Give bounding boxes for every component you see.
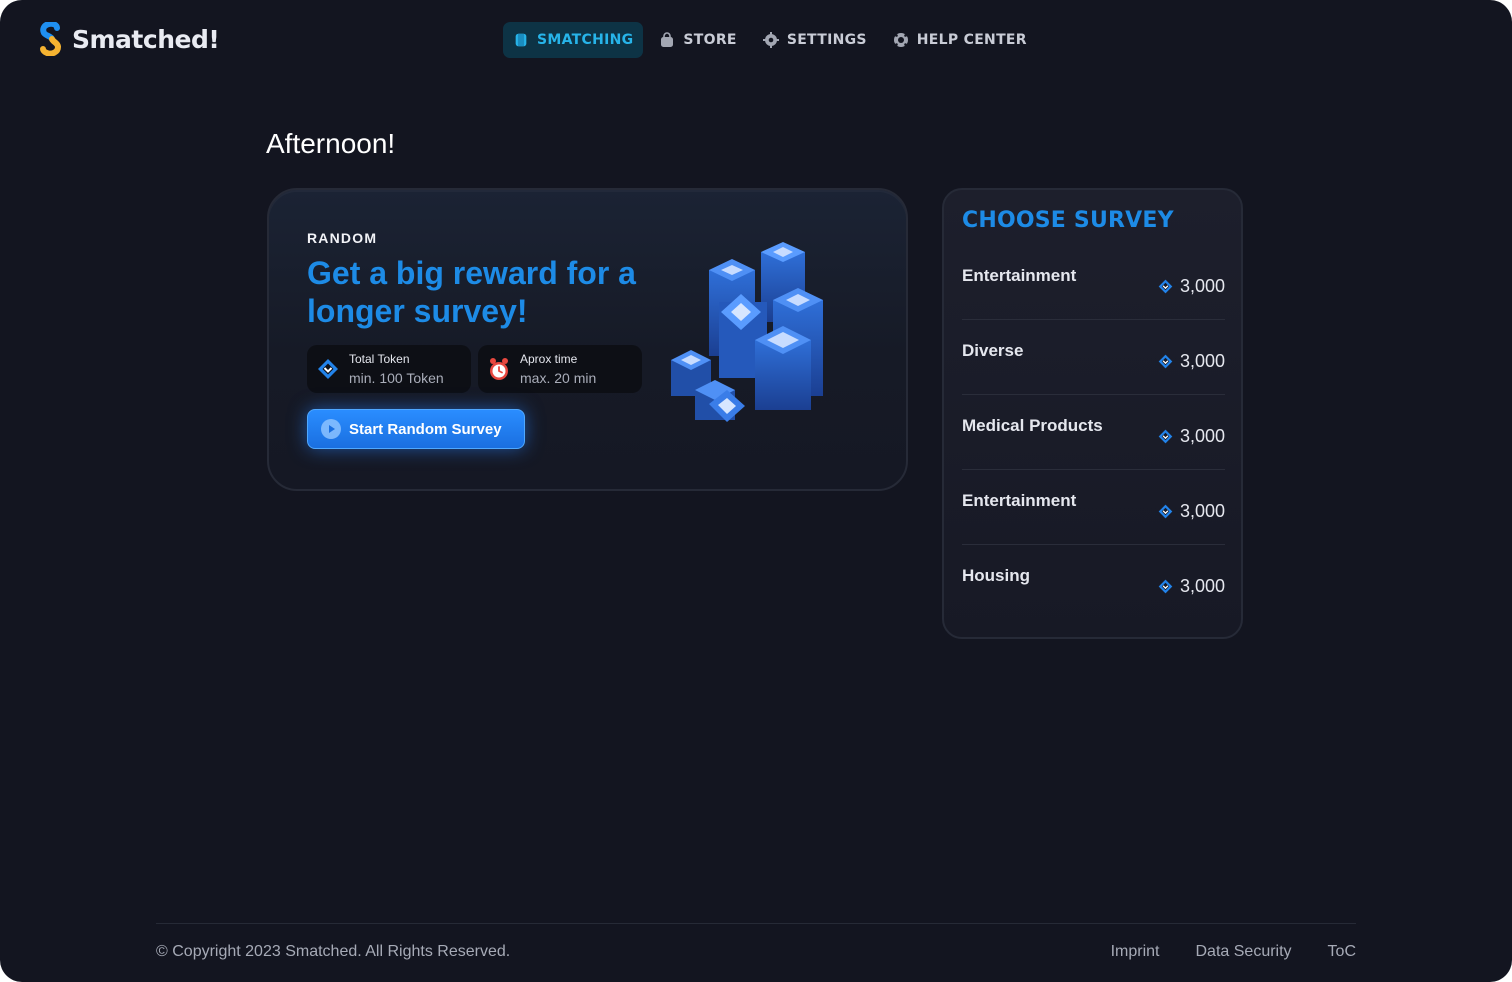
approx-time-pill: Aprox time max. 20 min [478,345,642,393]
reward-amount: 3,000 [1179,426,1225,446]
token-diamond-icon [1158,504,1173,519]
survey-item[interactable]: Entertainment 3,000 [962,245,1225,320]
footer-links: Imprint Data Security ToC [1111,943,1356,961]
survey-reward: 3,000 [1158,276,1225,297]
reward-amount: 3,000 [1179,351,1225,371]
survey-item[interactable]: Diverse 3,000 [962,320,1225,395]
reward-amount: 3,000 [1179,501,1225,521]
survey-list: Entertainment 3,000 Diverse 3,000 Medica… [962,245,1225,620]
survey-name: Entertainment [962,491,1077,510]
survey-reward: 3,000 [1158,426,1225,447]
card-icon [513,32,529,48]
total-token-pill: Total Token min. 100 Token [307,345,471,393]
reward-amount: 3,000 [1179,276,1225,296]
survey-name: Diverse [962,341,1024,360]
nav-item-store[interactable]: STORE [649,22,746,58]
nav-label: HELP CENTER [916,32,1027,48]
reward-amount: 3,000 [1179,576,1225,596]
brand-logo[interactable]: Smatched! [38,22,220,56]
start-random-survey-button[interactable]: Start Random Survey [307,409,525,449]
token-diamond-icon [1158,429,1173,444]
survey-reward: 3,000 [1158,576,1225,597]
survey-name: Medical Products [962,416,1103,435]
lifebuoy-icon [893,32,909,48]
token-diamond-icon [1158,354,1173,369]
survey-item[interactable]: Entertainment 3,000 [962,470,1225,545]
footer-divider [156,923,1356,924]
pill-value: max. 20 min [520,369,597,386]
pill-value: min. 100 Token [349,369,444,386]
choose-survey-panel: CHOOSE SURVEY Entertainment 3,000 Divers… [942,188,1243,639]
survey-item[interactable]: Medical Products 3,000 [962,395,1225,470]
main-nav: SMATCHING STORE SETTINGS HELP CENTER [503,22,1043,58]
nav-label: SETTINGS [786,32,867,48]
bag-icon [659,32,675,48]
token-stack-illustration [671,242,823,422]
nav-item-help-center[interactable]: HELP CENTER [883,22,1037,58]
survey-reward: 3,000 [1158,351,1225,372]
button-label: Start Random Survey [349,420,502,438]
survey-name: Entertainment [962,266,1077,285]
pill-text: Aprox time max. 20 min [520,352,596,387]
random-survey-card: RANDOM Get a big reward for a longer sur… [267,188,908,491]
app-window: Smatched! SMATCHING STORE SETTINGS HELP [0,0,1512,982]
page-greeting: Afternoon! [266,128,396,159]
footer-link-toc[interactable]: ToC [1328,943,1356,961]
survey-name: Housing [962,566,1030,585]
nav-label: STORE [683,32,737,48]
panel-title: CHOOSE SURVEY [962,208,1174,233]
smatched-s-logo-icon [40,22,62,56]
token-diamond-icon [1158,579,1173,594]
play-icon [321,419,341,439]
brand-name: Smatched! [72,24,220,54]
nav-label: SMATCHING [537,32,634,48]
token-diamond-icon [1158,279,1173,294]
pill-label: Aprox time [520,351,578,366]
card-kicker: RANDOM [307,230,378,246]
card-title: Get a big reward for a longer survey! [307,255,636,329]
gear-icon [762,32,779,48]
alarm-clock-icon [490,358,508,380]
nav-item-settings[interactable]: SETTINGS [753,22,877,58]
pill-text: Total Token min. 100 Token [349,352,444,387]
footer-link-imprint[interactable]: Imprint [1111,943,1160,961]
pill-label: Total Token [349,351,410,366]
nav-item-smatching[interactable]: SMATCHING [503,22,644,58]
token-diamond-icon [318,359,338,379]
footer-link-data-security[interactable]: Data Security [1196,943,1292,961]
survey-item[interactable]: Housing 3,000 [962,545,1225,620]
survey-reward: 3,000 [1158,501,1225,522]
copyright-text: © Copyright 2023 Smatched. All Rights Re… [156,943,511,960]
